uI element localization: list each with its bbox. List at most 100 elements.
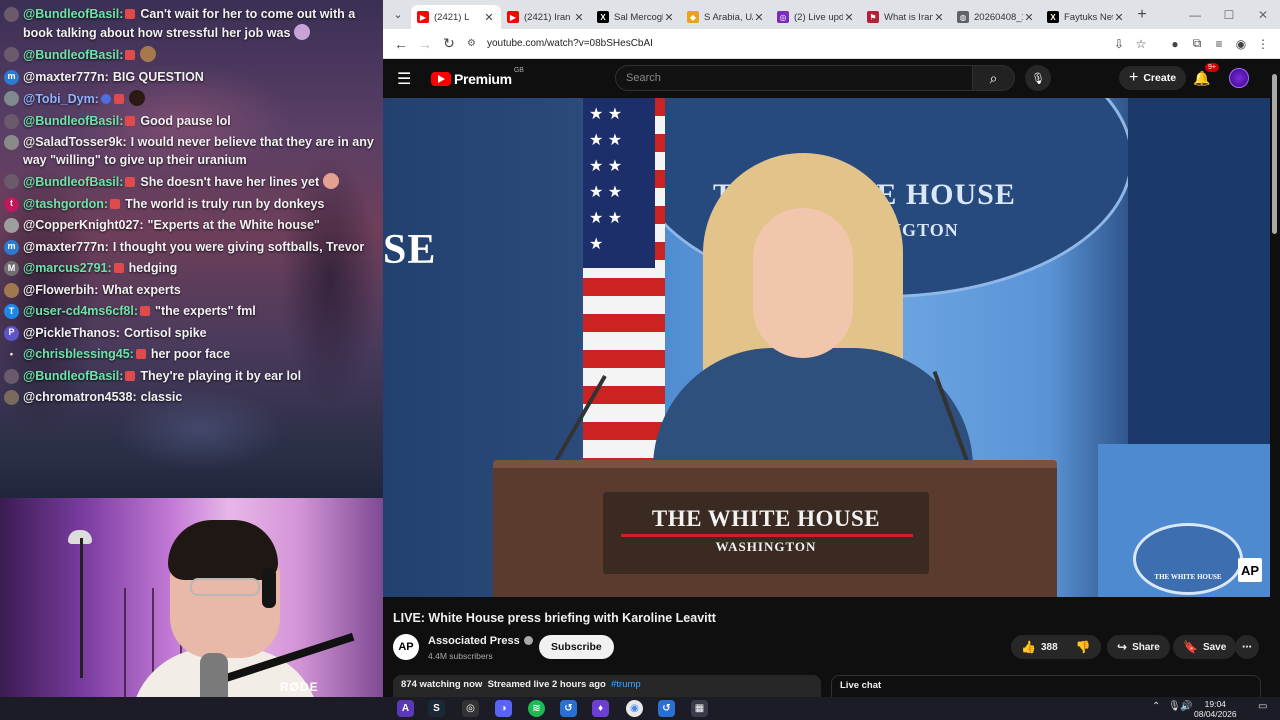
thumbs-down-icon[interactable]: 👎 bbox=[1076, 640, 1091, 654]
close-tab-icon[interactable]: ✕ bbox=[933, 11, 945, 24]
member-badge-icon bbox=[110, 198, 121, 209]
new-tab-icon[interactable]: + bbox=[1131, 6, 1153, 24]
minimize-icon[interactable]: — bbox=[1178, 0, 1212, 29]
extensions-puzzle-icon[interactable]: ⧉ bbox=[1186, 33, 1208, 55]
microphone-tray-icon[interactable]: 🎙 bbox=[1168, 701, 1181, 712]
voice-search-button[interactable]: 🎙 bbox=[1025, 65, 1051, 91]
search-button[interactable]: ⌕ bbox=[973, 65, 1015, 91]
subscriber-count: 4.4M subscribers bbox=[428, 651, 493, 661]
bookmark-star-icon[interactable]: ☆ bbox=[1130, 33, 1152, 55]
like-count[interactable]: 388 bbox=[1041, 642, 1058, 653]
browser-tab[interactable]: X Sal Mercogl ✕ bbox=[591, 5, 681, 29]
taskbar-app-icon-7[interactable]: ♦ bbox=[592, 700, 609, 717]
close-tab-icon[interactable]: ✕ bbox=[843, 11, 855, 24]
chat-username[interactable]: @BundleofBasil: bbox=[23, 114, 123, 128]
video-metadata: LIVE: White House press briefing with Ka… bbox=[383, 597, 1270, 697]
extension-icon[interactable]: ● bbox=[1164, 33, 1186, 55]
chat-username[interactable]: @chromatron4538: bbox=[23, 390, 137, 404]
chat-avatar bbox=[4, 7, 19, 22]
channel-name[interactable]: Associated Press bbox=[428, 635, 533, 647]
page-scrollbar[interactable] bbox=[1270, 68, 1280, 697]
emote-icon bbox=[323, 173, 340, 189]
video-player[interactable]: THE WHITE HOUSE WASHINGTON SE ★ ★★ ★★ ★★… bbox=[383, 98, 1270, 597]
subscribe-button[interactable]: Subscribe bbox=[539, 635, 614, 659]
chat-message: @BundleofBasil: Good pause lol bbox=[0, 111, 383, 133]
system-clock[interactable]: 19:04 08/04/2026 bbox=[1194, 699, 1237, 719]
browser-menu-icon[interactable]: ⋮ bbox=[1252, 33, 1274, 55]
browser-tab[interactable]: ▶ (2421) Iran f ✕ bbox=[501, 5, 591, 29]
browser-tab[interactable]: ⚑ What is Iran ✕ bbox=[861, 5, 951, 29]
chat-username[interactable]: @chrisblessing45: bbox=[23, 347, 134, 361]
close-window-icon[interactable]: ✕ bbox=[1246, 0, 1280, 29]
calculator-icon[interactable]: ▦ bbox=[691, 700, 708, 717]
channel-name-text: Associated Press bbox=[428, 635, 520, 647]
browser-tab[interactable]: ◎ (2) Live upd ✕ bbox=[771, 5, 861, 29]
chat-username[interactable]: @Tobi_Dym: bbox=[23, 92, 99, 106]
notifications-center-icon[interactable]: ▭ bbox=[1258, 701, 1267, 712]
chat-username[interactable]: @CopperKnight027: bbox=[23, 218, 144, 232]
chrome-icon[interactable]: ◉ bbox=[626, 700, 643, 717]
forward-icon[interactable]: → bbox=[413, 32, 437, 56]
chat-username[interactable]: @BundleofBasil: bbox=[23, 7, 123, 21]
chat-username[interactable]: @BundleofBasil: bbox=[23, 369, 123, 383]
tab-search-icon[interactable]: ⌄ bbox=[387, 4, 409, 26]
spotify-icon[interactable]: ≋ bbox=[528, 700, 545, 717]
share-button[interactable]: ↪ Share bbox=[1107, 635, 1170, 659]
tab-strip: ⌄ ▶ (2421) L ✕ ▶ (2421) Iran f ✕ X Sal Mercogl ✕… bbox=[383, 0, 1280, 29]
steam-icon[interactable]: S bbox=[428, 700, 445, 717]
browser-tab[interactable]: ▶ (2421) L ✕ bbox=[411, 5, 501, 29]
chat-username[interactable]: @BundleofBasil: bbox=[23, 175, 123, 189]
close-tab-icon[interactable]: ✕ bbox=[753, 11, 765, 24]
close-tab-icon[interactable]: ✕ bbox=[1113, 11, 1125, 24]
site-info-icon[interactable]: ⚙ bbox=[467, 38, 481, 49]
chat-body: @tashgordon: The world is truly run by do… bbox=[23, 196, 377, 214]
close-tab-icon[interactable]: ✕ bbox=[663, 11, 675, 24]
chat-message: P @PickleThanos: Cortisol spike bbox=[0, 323, 383, 345]
chat-username[interactable]: @maxter777n: bbox=[23, 240, 109, 254]
scrollbar-thumb[interactable] bbox=[1272, 74, 1277, 234]
chat-username[interactable]: @tashgordon: bbox=[23, 197, 108, 211]
close-tab-icon[interactable]: ✕ bbox=[483, 11, 495, 24]
maximize-icon[interactable]: ☐ bbox=[1212, 0, 1246, 29]
discord-icon[interactable]: ◑ bbox=[495, 700, 512, 717]
close-tab-icon[interactable]: ✕ bbox=[573, 11, 585, 24]
reload-icon[interactable]: ↻ bbox=[437, 32, 461, 56]
member-badge-icon bbox=[125, 115, 136, 126]
taskbar-app-icon-9[interactable]: ↺ bbox=[658, 700, 675, 717]
description-box[interactable]: 874 watching now Streamed live 2 hours a… bbox=[393, 675, 821, 697]
create-button[interactable]: + Create bbox=[1119, 66, 1187, 90]
tab-title: (2421) Iran f bbox=[524, 11, 573, 23]
youtube-logo[interactable]: Premium GB bbox=[431, 67, 524, 87]
taskbar-app-icon-1[interactable]: A bbox=[397, 700, 414, 717]
chat-username[interactable]: @PickleThanos: bbox=[23, 326, 120, 340]
chat-username[interactable]: @SaladTosser9k: bbox=[23, 135, 127, 149]
chat-username[interactable]: @maxter777n: bbox=[23, 70, 109, 84]
tabs: ▶ (2421) L ✕ ▶ (2421) Iran f ✕ X Sal Mercogl ✕ ◆ S… bbox=[411, 0, 1131, 29]
chat-username[interactable]: @user-cd4ms6cf8l: bbox=[23, 304, 138, 318]
taskbar-app-icon-6[interactable]: ↺ bbox=[560, 700, 577, 717]
url-field[interactable]: ⚙ youtube.com/watch?v=08bSHesCbAI bbox=[461, 32, 1108, 56]
hashtag-link[interactable]: #trump bbox=[611, 679, 641, 690]
close-tab-icon[interactable]: ✕ bbox=[1023, 11, 1035, 24]
create-label: Create bbox=[1143, 72, 1177, 84]
browser-tab[interactable]: ◆ S Arabia, UA ✕ bbox=[681, 5, 771, 29]
search-input[interactable]: Search bbox=[615, 65, 973, 91]
volume-icon[interactable]: 🔊 bbox=[1180, 701, 1192, 712]
save-button[interactable]: 🔖 Save bbox=[1173, 635, 1237, 659]
more-actions-button[interactable]: ⋯ bbox=[1235, 635, 1259, 659]
thumbs-up-icon[interactable]: 👍 bbox=[1021, 640, 1036, 654]
install-app-icon[interactable]: ⇩ bbox=[1108, 33, 1130, 55]
tray-overflow-icon[interactable]: ⌃ bbox=[1152, 701, 1160, 712]
media-controls-icon[interactable]: ≡ bbox=[1208, 33, 1230, 55]
back-icon[interactable]: ← bbox=[389, 32, 413, 56]
chat-username[interactable]: @BundleofBasil: bbox=[23, 48, 123, 62]
profile-icon[interactable]: ◉ bbox=[1230, 33, 1252, 55]
chat-username[interactable]: @Flowerbih: bbox=[23, 283, 98, 297]
account-avatar[interactable] bbox=[1229, 68, 1249, 88]
obs-icon[interactable]: ◎ bbox=[462, 700, 479, 717]
chat-username[interactable]: @marcus2791: bbox=[23, 261, 112, 275]
hamburger-menu-icon[interactable]: ☰ bbox=[397, 69, 417, 89]
channel-avatar[interactable]: AP bbox=[393, 634, 419, 660]
browser-tab[interactable]: X Faytuks Net ✕ bbox=[1041, 5, 1131, 29]
browser-tab[interactable]: ◍ 20260408_1 ✕ bbox=[951, 5, 1041, 29]
